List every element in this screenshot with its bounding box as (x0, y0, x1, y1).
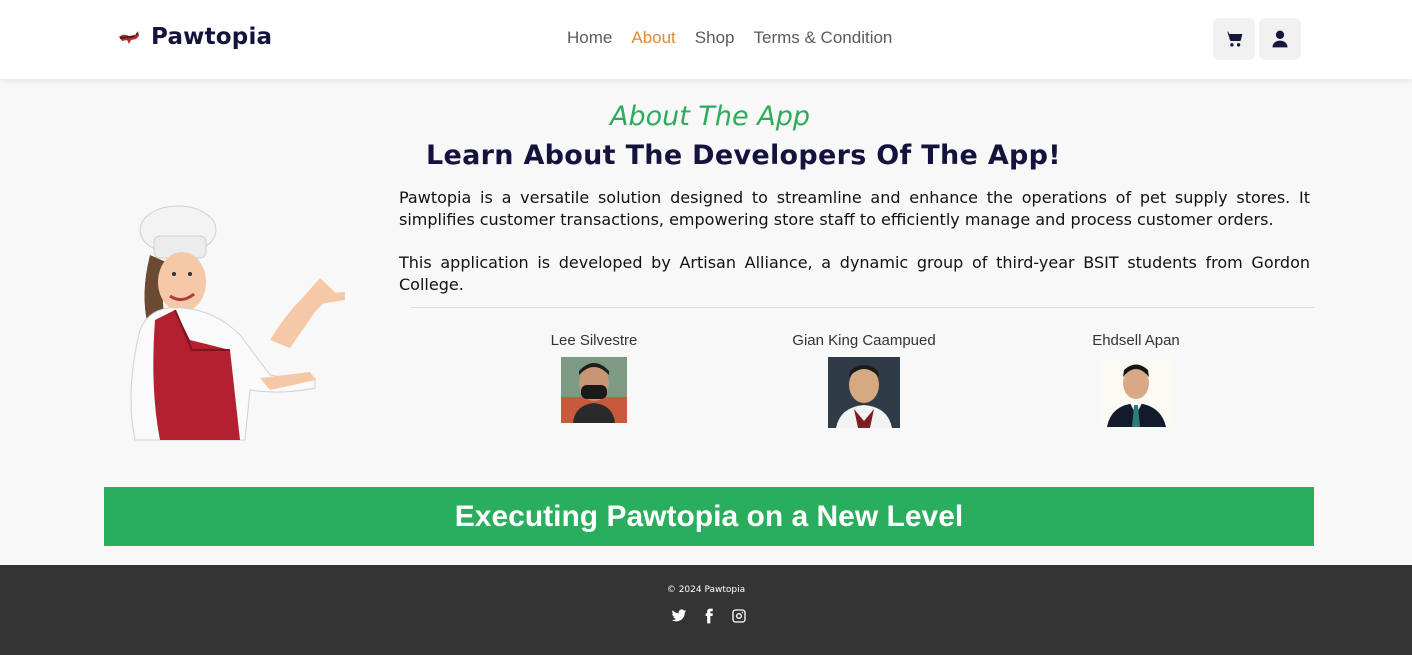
chef-illustration (120, 200, 350, 445)
instagram-icon[interactable] (731, 608, 747, 624)
about-paragraph-1: Pawtopia is a versatile solution designe… (399, 188, 1310, 229)
promo-banner: Executing Pawtopia on a New Level (104, 487, 1314, 546)
navbar: Pawtopia Home About Shop Terms & Conditi… (0, 0, 1412, 79)
developer-photo (561, 357, 627, 423)
developer-photo (1100, 357, 1172, 427)
divider (411, 307, 1314, 308)
developer-name: Gian King Caampued (792, 332, 936, 349)
user-icon (1272, 30, 1288, 48)
developer-card: Ehdsell Apan (1076, 332, 1196, 427)
twitter-icon[interactable] (671, 608, 687, 624)
nav-link-home[interactable]: Home (567, 28, 612, 48)
social-links (671, 608, 747, 624)
nav-icons (1213, 18, 1301, 60)
nav-links: Home About Shop Terms & Condition (567, 28, 892, 48)
copyright-text: © 2024 Pawtopia (666, 585, 746, 595)
nav-link-about[interactable]: About (631, 28, 675, 48)
dog-logo-icon (117, 27, 141, 47)
nav-link-shop[interactable]: Shop (695, 28, 735, 48)
developer-name: Ehdsell Apan (1092, 332, 1180, 349)
developer-name: Lee Silvestre (550, 332, 638, 349)
brand-link[interactable]: Pawtopia (117, 24, 272, 50)
facebook-icon[interactable] (701, 608, 717, 624)
banner-text: Executing Pawtopia on a New Level (454, 499, 964, 533)
user-button[interactable] (1259, 18, 1301, 60)
cart-icon (1224, 31, 1243, 47)
nav-link-terms[interactable]: Terms & Condition (754, 28, 893, 48)
cart-button[interactable] (1213, 18, 1255, 60)
about-subtitle: About The App (610, 101, 810, 132)
footer: © 2024 Pawtopia (0, 565, 1412, 655)
developer-photo (828, 357, 900, 428)
developer-card: Gian King Caampued (780, 332, 948, 428)
about-title: Learn About The Developers Of The App! (426, 140, 1061, 171)
about-paragraph-2: This application is developed by Artisan… (399, 253, 1310, 294)
brand-name: Pawtopia (151, 24, 273, 50)
developer-card: Lee Silvestre (540, 332, 648, 423)
